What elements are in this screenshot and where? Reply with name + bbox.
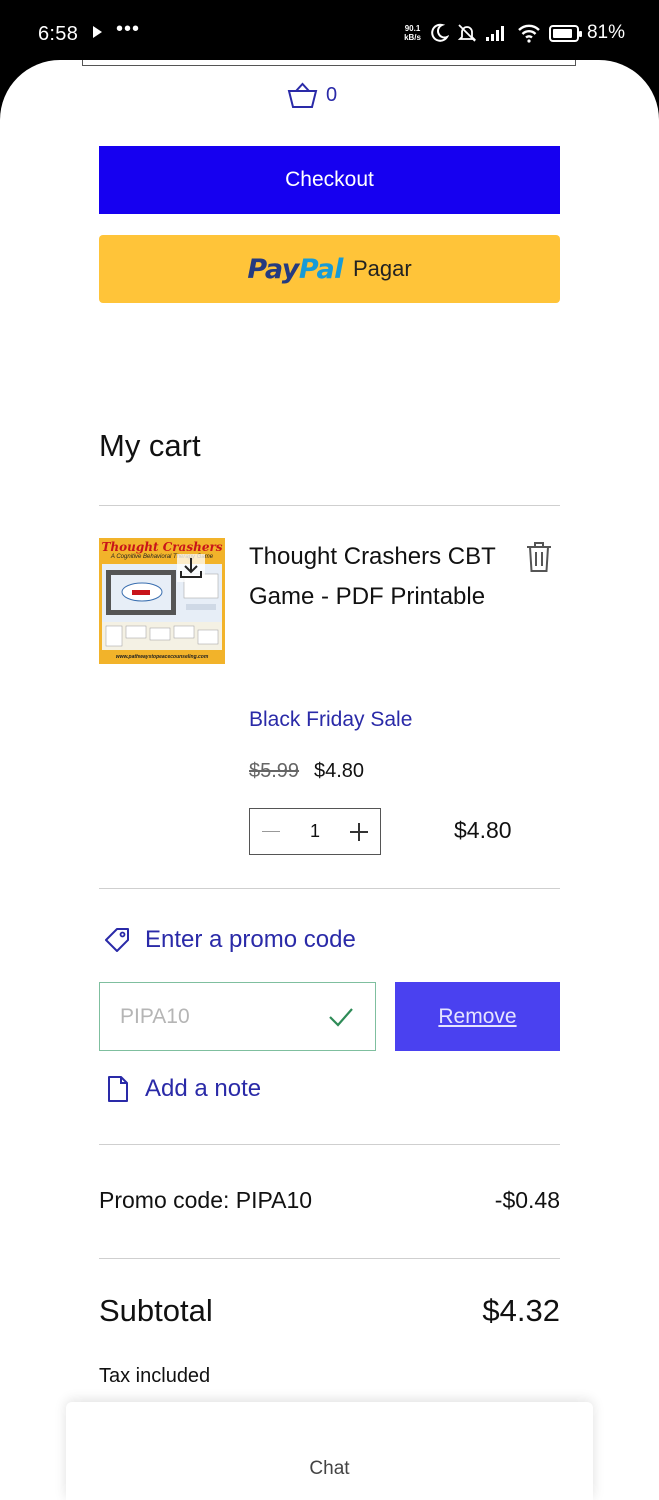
network-speed-unit: kB/s (404, 33, 421, 42)
paypal-logo-pay: Pay (247, 253, 299, 285)
tag-icon (105, 928, 129, 952)
sale-price: $4.80 (314, 760, 365, 782)
subtotal-label: Subtotal (99, 1293, 213, 1328)
cart-page: 0 Checkout PayPal Pagar My cart Thought … (0, 60, 659, 1500)
status-time: 6:58 (38, 23, 79, 45)
download-icon (177, 554, 205, 582)
add-note-toggle[interactable]: Add a note (107, 1075, 261, 1103)
divider (99, 505, 560, 506)
paypal-button[interactable]: PayPal Pagar (99, 235, 560, 303)
paypal-button-label: Pagar (352, 256, 412, 281)
quantity-stepper: 1 (249, 808, 381, 855)
checkout-button[interactable]: Checkout (99, 146, 560, 214)
trash-icon[interactable] (525, 541, 553, 573)
divider (99, 1144, 560, 1145)
thumbnail-title: Thought Crashers (101, 540, 223, 554)
quantity-increase-button[interactable] (349, 822, 368, 841)
remove-promo-button[interactable]: Remove (395, 982, 560, 1051)
promo-code-value: PIPA10 (120, 1004, 190, 1028)
tax-note: Tax included (99, 1365, 211, 1387)
chat-widget[interactable]: Chat (66, 1402, 593, 1500)
original-price: $5.99 (249, 760, 300, 782)
add-note-link[interactable]: Add a note (145, 1075, 261, 1103)
thumbnail-footer: www.pathwaystopeacecounseling.com (115, 654, 209, 660)
wifi-icon (518, 24, 540, 43)
battery-percent: 81% (586, 22, 625, 43)
more-notifications-icon: ••• (116, 18, 141, 40)
cart-count: 0 (326, 84, 338, 106)
shopping-basket-icon (287, 82, 318, 108)
bell-muted-icon (457, 24, 477, 42)
divider (99, 888, 560, 889)
line-total: $4.80 (454, 817, 512, 843)
promo-discount-amount: -$0.48 (494, 1187, 560, 1213)
quantity-value[interactable]: 1 (310, 821, 320, 842)
note-icon (108, 1076, 128, 1102)
promo-code-input[interactable]: PIPA10 (99, 982, 376, 1051)
chat-label: Chat (309, 1458, 350, 1479)
promo-code-toggle[interactable]: Enter a promo code (103, 926, 356, 954)
signal-icon (485, 26, 504, 41)
paypal-logo: PayPal (247, 254, 343, 285)
media-play-icon (93, 26, 102, 38)
moon-icon (431, 23, 449, 42)
cart-title: My cart (99, 428, 201, 463)
network-speed-value: 90.1 (404, 24, 421, 33)
thumbnail-subtitle: A Cognitive Behavioral Therapy Game (110, 554, 214, 560)
quantity-decrease-button[interactable] (262, 831, 280, 832)
applied-promo-label: Promo code: PIPA10 (99, 1187, 313, 1213)
promo-code-link[interactable]: Enter a promo code (145, 926, 356, 954)
paypal-logo-pal: Pal (298, 253, 344, 285)
divider (99, 1258, 560, 1259)
network-speed: 90.1 kB/s (404, 24, 421, 42)
checkmark-icon (329, 1007, 353, 1027)
product-name[interactable]: Thought Crashers CBT Game - PDF Printabl… (249, 537, 499, 617)
battery-icon (548, 24, 582, 42)
header-divider (82, 60, 576, 66)
subtotal-value: $4.32 (482, 1293, 560, 1328)
status-icons: 90.1 kB/s 81% (404, 22, 625, 44)
product-thumbnail[interactable]: Thought Crashers A Cognitive Behavioral … (99, 538, 225, 664)
cart-icon-button[interactable]: 0 (287, 82, 337, 109)
sale-label: Black Friday Sale (249, 708, 413, 731)
